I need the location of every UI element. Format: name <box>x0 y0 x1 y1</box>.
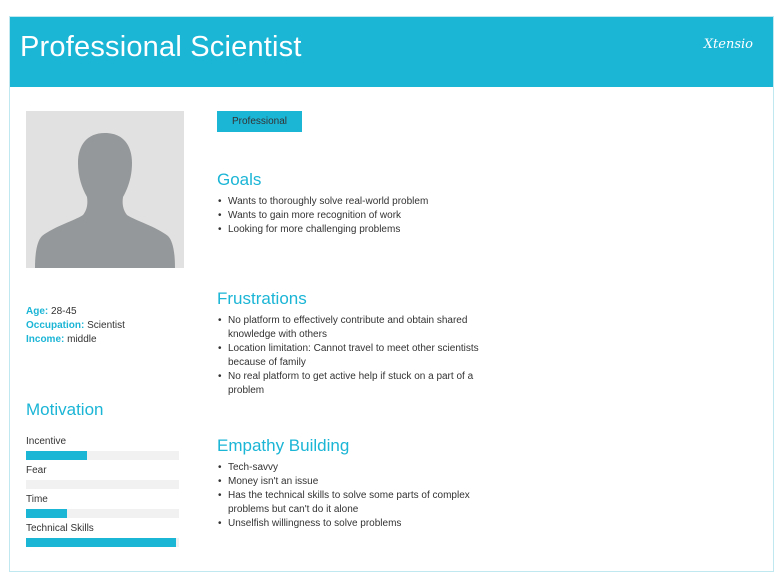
bullet-icon: • <box>218 210 222 221</box>
list-item: • Location limitation: Cannot travel to m… <box>217 342 487 370</box>
page-title: Professional Scientist <box>20 31 302 63</box>
empathy-text: Tech-savvy <box>228 462 279 473</box>
person-silhouette-icon <box>26 111 184 268</box>
list-item: • Money isn't an issue <box>217 475 487 489</box>
frustrations-section: Frustrations • No platform to effectively… <box>217 289 487 398</box>
goals-list: • Wants to thoroughly solve real-world pr… <box>217 195 517 237</box>
income-label: Income: <box>26 334 65 345</box>
occupation-row: Occupation: Scientist <box>26 319 125 333</box>
meter-track <box>26 509 179 518</box>
meter-label: Incentive <box>26 436 67 447</box>
meter-fill <box>26 509 68 518</box>
list-item: • No platform to effectively contribute a… <box>217 314 487 342</box>
goal-text: Wants to thoroughly solve real-world pro… <box>228 196 429 207</box>
empathy-list: • Tech-savvy • Money isn't an issue • Has t… <box>217 461 487 531</box>
list-item: • Unselfish willingness to solve problems <box>217 517 487 531</box>
goal-text: Wants to gain more recognition of work <box>228 210 402 221</box>
frustration-text: No real platform to get active help if s… <box>228 371 474 396</box>
empathy-text: Unselfish willingness to solve problems <box>228 518 402 529</box>
motivation-heading: Motivation <box>26 400 104 419</box>
list-item: • Looking for more challenging problems <box>217 223 517 237</box>
bullet-icon: • <box>218 462 222 473</box>
bullet-icon: • <box>218 371 222 382</box>
goal-text: Looking for more challenging problems <box>228 224 401 235</box>
empathy-text: Has the technical skills to solve some p… <box>228 490 470 515</box>
list-item: • Has the technical skills to solve some … <box>217 489 487 517</box>
meter-fill <box>26 451 88 460</box>
meter-track <box>26 451 179 460</box>
goals-heading: Goals <box>217 170 262 189</box>
goals-section: Goals • Wants to thoroughly solve real-wo… <box>217 170 517 237</box>
empathy-section: Empathy Building • Tech-savvy • Money isn'… <box>217 436 487 531</box>
meter-track <box>26 480 179 489</box>
demographics: Age: 28-45 Occupation: Scientist Income:… <box>26 305 125 347</box>
motivation-meter-incentive: Incentive <box>26 436 179 465</box>
bullet-icon: • <box>218 315 222 326</box>
bullet-icon: • <box>218 343 222 354</box>
empathy-heading: Empathy Building <box>217 436 350 455</box>
meter-label: Time <box>26 494 48 505</box>
frustration-text: Location limitation: Cannot travel to me… <box>228 343 479 368</box>
bullet-icon: • <box>218 196 222 207</box>
occupation-value: Scientist <box>87 320 125 331</box>
age-value: 28-45 <box>51 306 77 317</box>
meter-label: Fear <box>26 465 47 476</box>
income-row: Income: middle <box>26 333 125 347</box>
header-banner: Professional Scientist Xtensio <box>10 17 773 87</box>
bullet-icon: • <box>218 224 222 235</box>
brand-logo[interactable]: Xtensio <box>704 37 753 52</box>
meter-fill <box>26 538 176 547</box>
bullet-icon: • <box>218 490 222 501</box>
occupation-label: Occupation: <box>26 320 85 331</box>
income-value: middle <box>67 334 97 345</box>
frustrations-heading: Frustrations <box>217 289 307 308</box>
list-item: • Tech-savvy <box>217 461 487 475</box>
meter-track <box>26 538 179 547</box>
list-item: • Wants to gain more recognition of work <box>217 209 517 223</box>
meter-label: Technical Skills <box>26 523 94 534</box>
persona-card: Professional Scientist Xtensio Professio… <box>9 16 774 572</box>
bullet-icon: • <box>218 476 222 487</box>
age-row: Age: 28-45 <box>26 305 125 319</box>
list-item: • No real platform to get active help if … <box>217 370 487 398</box>
motivation-meter-fear: Fear <box>26 465 179 494</box>
motivation-meters: Incentive Fear Time Technical Skills <box>26 436 179 552</box>
list-item: • Wants to thoroughly solve real-world pr… <box>217 195 517 209</box>
profile-photo <box>26 111 184 268</box>
motivation-meter-time: Time <box>26 494 179 523</box>
frustrations-list: • No platform to effectively contribute a… <box>217 314 487 398</box>
frustration-text: No platform to effectively contribute an… <box>228 315 468 340</box>
bullet-icon: • <box>218 518 222 529</box>
motivation-meter-technical-skills: Technical Skills <box>26 523 179 552</box>
persona-tag: Professional <box>217 111 302 132</box>
age-label: Age: <box>26 306 49 317</box>
empathy-text: Money isn't an issue <box>228 476 319 487</box>
